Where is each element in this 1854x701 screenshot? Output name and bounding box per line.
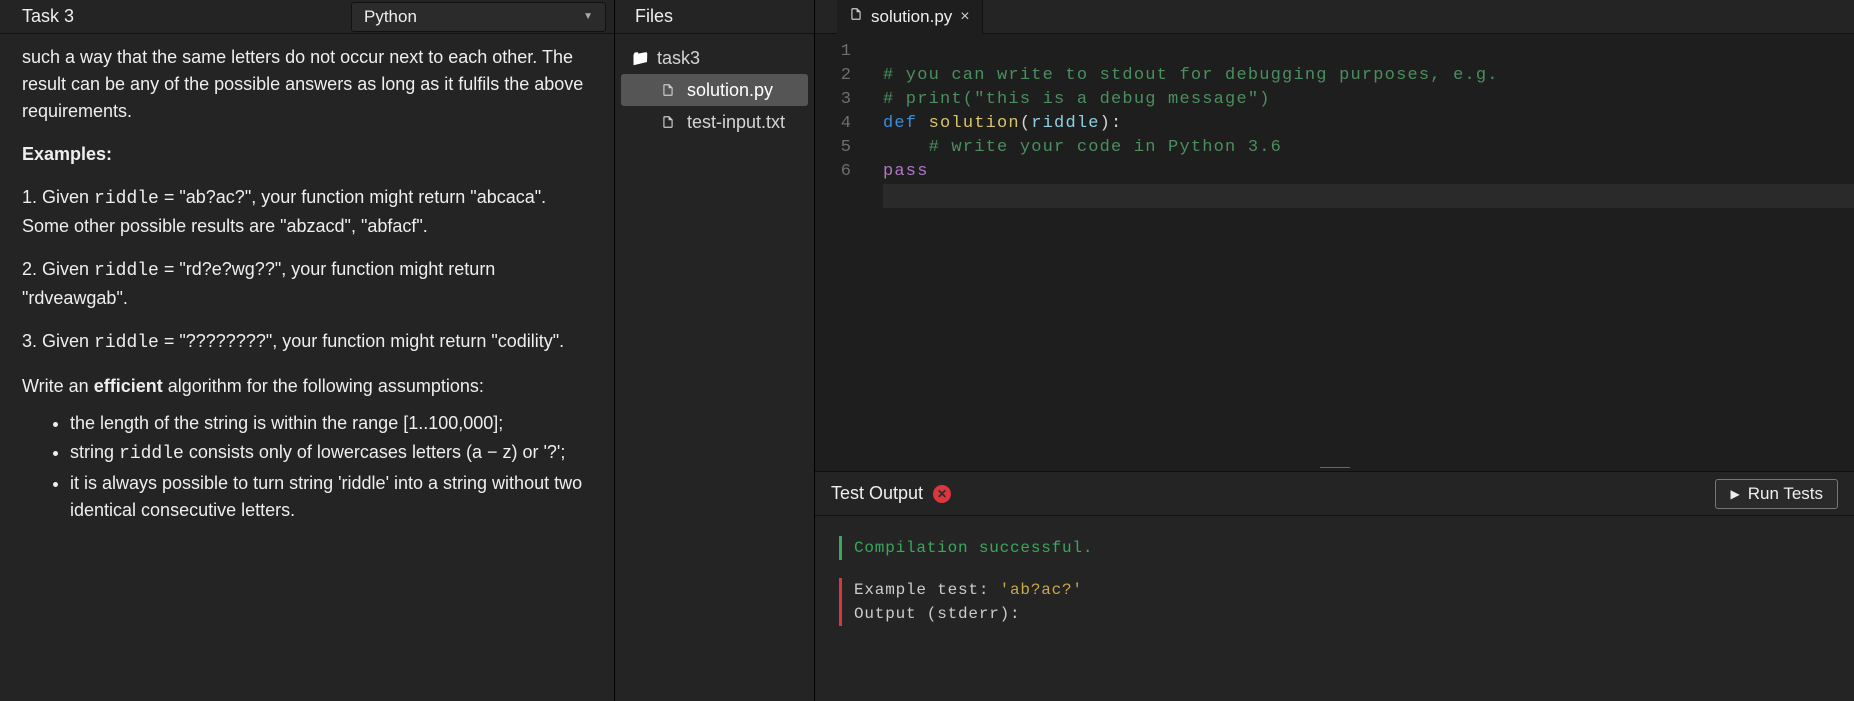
output-title: Test Output — [831, 483, 923, 504]
problem-header: Task 3 Python ▼ — [0, 0, 614, 34]
example-1: 1. Given riddle = "ab?ac?", your functio… — [22, 184, 592, 240]
problem-panel: Task 3 Python ▼ such a way that the same… — [0, 0, 615, 701]
editor-panel: solution.py × 1 2 3 4 5 6 # you can writ… — [815, 0, 1854, 701]
status-fail-icon: ✕ — [933, 485, 951, 503]
assumptions-intro: Write an efficient algorithm for the fol… — [22, 373, 592, 400]
files-header: Files — [615, 0, 814, 34]
test-output-panel: Test Output ✕ ▶ Run Tests Compilation su… — [815, 471, 1854, 701]
example-3: 3. Given riddle = "????????", your funct… — [22, 328, 592, 357]
file-test-input[interactable]: test-input.txt — [621, 106, 808, 138]
assumptions-list: the length of the string is within the r… — [22, 410, 592, 524]
file-label: solution.py — [687, 80, 773, 101]
stderr-line: Output (stderr): — [839, 602, 1830, 626]
output-header: Test Output ✕ ▶ Run Tests — [815, 472, 1854, 516]
close-icon[interactable]: × — [960, 8, 969, 26]
run-tests-button[interactable]: ▶ Run Tests — [1715, 479, 1838, 509]
file-label: test-input.txt — [687, 112, 785, 133]
tab-label: solution.py — [871, 7, 952, 27]
task-title: Task 3 — [0, 6, 351, 27]
examples-heading: Examples: — [22, 144, 112, 164]
line-gutter: 1 2 3 4 5 6 — [815, 34, 865, 467]
output-log[interactable]: Compilation successful. Example test: 'a… — [815, 516, 1854, 701]
code-editor[interactable]: 1 2 3 4 5 6 # you can write to stdout fo… — [815, 34, 1854, 467]
files-panel: Files task3 solution.py test-input.txt — [615, 0, 815, 701]
editor-tab-bar: solution.py × — [815, 0, 1854, 34]
assumption-1: the length of the string is within the r… — [70, 410, 592, 437]
tab-solution[interactable]: solution.py × — [837, 0, 983, 34]
example-2: 2. Given riddle = "rd?e?wg??", your func… — [22, 256, 592, 312]
compile-status: Compilation successful. — [839, 536, 1830, 560]
file-icon — [661, 114, 679, 130]
file-tree: task3 solution.py test-input.txt — [615, 34, 814, 146]
language-value: Python — [364, 7, 417, 27]
play-icon: ▶ — [1730, 487, 1739, 501]
problem-description[interactable]: such a way that the same letters do not … — [0, 34, 614, 701]
file-icon — [849, 6, 863, 27]
problem-intro: such a way that the same letters do not … — [22, 44, 592, 125]
assumption-2: string riddle consists only of lowercase… — [70, 439, 592, 468]
run-label: Run Tests — [1748, 484, 1823, 504]
language-select[interactable]: Python ▼ — [351, 2, 606, 32]
folder-label: task3 — [657, 48, 700, 69]
file-solution[interactable]: solution.py — [621, 74, 808, 106]
code-content[interactable]: # you can write to stdout for debugging … — [865, 34, 1854, 467]
assumption-3: it is always possible to turn string 'ri… — [70, 470, 592, 524]
chevron-down-icon: ▼ — [583, 11, 593, 22]
folder-task3[interactable]: task3 — [621, 42, 808, 74]
file-icon — [661, 82, 679, 98]
example-test-line: Example test: 'ab?ac?' — [839, 578, 1830, 602]
folder-icon — [631, 49, 649, 67]
